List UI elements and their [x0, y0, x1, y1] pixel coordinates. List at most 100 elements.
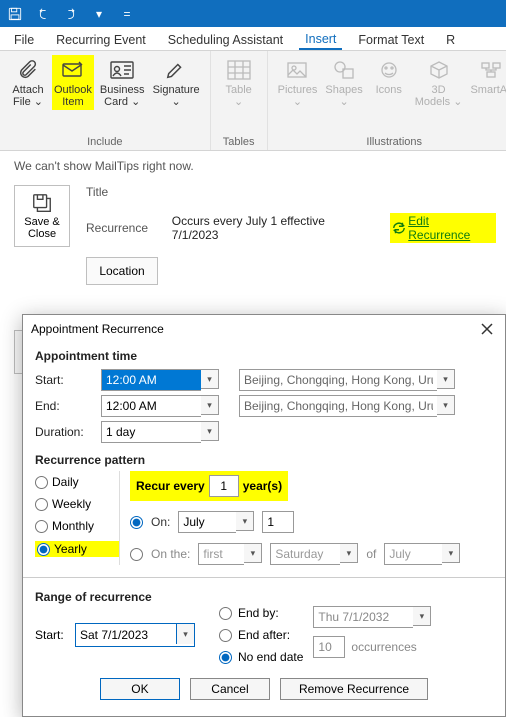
duration-label: Duration:: [35, 425, 95, 439]
shapes-label: Shapes ⌄: [325, 84, 362, 108]
chevron-down-icon[interactable]: ▾: [176, 624, 194, 644]
end-timezone-dropdown[interactable]: ▾: [239, 395, 455, 417]
remove-recurrence-button[interactable]: Remove Recurrence: [280, 678, 428, 700]
shapes-button[interactable]: Shapes ⌄: [323, 55, 364, 110]
on-the-radio[interactable]: [130, 548, 143, 561]
on-the-ordinal-value[interactable]: [198, 543, 244, 565]
no-end-date-label: No end date: [238, 650, 303, 664]
chevron-down-icon[interactable]: ▾: [340, 543, 358, 563]
start-timezone-value: [239, 369, 437, 391]
tab-insert[interactable]: Insert: [299, 30, 342, 50]
ribbon-group-illustrations-title: Illustrations: [276, 134, 506, 148]
icons-button[interactable]: Icons: [369, 55, 409, 98]
chevron-down-icon[interactable]: ▾: [244, 543, 262, 563]
redo-icon[interactable]: [62, 5, 80, 23]
end-time-dropdown[interactable]: ▾: [101, 395, 219, 417]
chevron-down-icon[interactable]: ▾: [437, 369, 455, 389]
shapes-icon: [330, 57, 358, 83]
tab-file[interactable]: File: [8, 31, 40, 49]
tab-scheduling-assistant[interactable]: Scheduling Assistant: [162, 31, 289, 49]
event-form: Save & Close Title Recurrence Occurs eve…: [0, 181, 506, 299]
on-the-ordinal-dropdown[interactable]: ▾: [198, 543, 262, 565]
3d-models-button[interactable]: 3D Models ⌄: [413, 55, 465, 110]
cancel-button[interactable]: Cancel: [190, 678, 270, 700]
edit-recurrence-label: Edit Recurrence: [408, 214, 494, 242]
smartart-label: SmartAr: [470, 84, 506, 96]
start-time-input[interactable]: [101, 369, 201, 391]
save-icon[interactable]: [6, 5, 24, 23]
business-card-button[interactable]: Business Card ⌄: [98, 55, 147, 110]
monthly-radio[interactable]: Monthly: [35, 519, 119, 533]
table-button[interactable]: Table ⌄: [219, 55, 259, 110]
undo-icon[interactable]: [34, 5, 52, 23]
tab-format-text[interactable]: Format Text: [352, 31, 430, 49]
card-icon: [108, 57, 136, 83]
end-by-radio[interactable]: [219, 607, 232, 620]
ok-button[interactable]: OK: [100, 678, 180, 700]
attach-file-label: Attach File ⌄: [12, 84, 43, 108]
start-timezone-dropdown[interactable]: ▾: [239, 369, 455, 391]
tab-review-partial[interactable]: R: [440, 31, 461, 49]
chevron-down-icon[interactable]: ▾: [201, 395, 219, 415]
location-button[interactable]: Location: [86, 257, 158, 285]
chevron-down-icon[interactable]: ▾: [413, 606, 431, 626]
on-month-dropdown[interactable]: ▾: [178, 511, 254, 533]
chevron-down-icon[interactable]: ▾: [236, 511, 254, 531]
on-the-dow-value[interactable]: [270, 543, 340, 565]
edit-recurrence-link[interactable]: Edit Recurrence: [390, 213, 496, 243]
yearly-radio[interactable]: Yearly: [35, 541, 119, 557]
table-label: Table ⌄: [226, 84, 252, 108]
chevron-down-icon[interactable]: ▾: [442, 543, 460, 563]
attach-file-button[interactable]: Attach File ⌄: [8, 55, 48, 110]
on-the-month-value[interactable]: [384, 543, 442, 565]
end-after-count-input[interactable]: [313, 636, 345, 658]
chevron-down-icon[interactable]: ▾: [201, 369, 219, 389]
weekly-radio[interactable]: Weekly: [35, 497, 119, 511]
save-and-close-button[interactable]: Save & Close: [14, 185, 70, 247]
recurrence-pattern-heading: Recurrence pattern: [23, 447, 505, 469]
recur-every-prefix: Recur every: [136, 479, 205, 493]
on-day-input[interactable]: [262, 511, 294, 533]
on-month-value[interactable]: [178, 511, 236, 533]
pictures-label: Pictures ⌄: [278, 84, 318, 108]
on-date-radio[interactable]: [130, 516, 143, 529]
start-time-dropdown[interactable]: ▾: [101, 369, 219, 391]
envelope-paperclip-icon: [59, 57, 87, 83]
business-card-label: Business Card ⌄: [100, 84, 145, 108]
save-and-close-label: Save & Close: [24, 216, 59, 240]
chevron-down-icon[interactable]: ▾: [437, 395, 455, 415]
paperclip-icon: [14, 57, 42, 83]
chevron-down-icon[interactable]: ▾: [90, 5, 108, 23]
tab-recurring-event[interactable]: Recurring Event: [50, 31, 152, 49]
table-icon: [225, 57, 253, 83]
range-start-date-dropdown[interactable]: ▾: [75, 623, 195, 647]
signature-button[interactable]: Signature ⌄: [151, 55, 202, 110]
outlook-item-button[interactable]: Outlook Item: [52, 55, 94, 110]
of-label: of: [366, 547, 376, 561]
end-time-input[interactable]: [101, 395, 201, 417]
end-timezone-value: [239, 395, 437, 417]
qat-separator: =: [118, 5, 136, 23]
end-by-date-input[interactable]: [313, 606, 413, 628]
smartart-button[interactable]: SmartAr: [468, 55, 506, 98]
no-end-date-radio[interactable]: [219, 651, 232, 664]
range-start-label: Start:: [35, 628, 69, 642]
on-the-dow-dropdown[interactable]: ▾: [270, 543, 358, 565]
pictures-button[interactable]: Pictures ⌄: [276, 55, 320, 110]
mailtips-bar: We can't show MailTips right now.: [0, 151, 506, 181]
recur-every-years-input[interactable]: [209, 475, 239, 497]
duration-input[interactable]: [101, 421, 201, 443]
recur-every-row: Recur every year(s): [130, 471, 288, 501]
daily-radio[interactable]: Daily: [35, 475, 119, 489]
cube-icon: [425, 57, 453, 83]
end-by-date-dropdown[interactable]: ▾: [313, 606, 431, 628]
end-after-label: End after:: [238, 628, 290, 642]
chevron-down-icon[interactable]: ▾: [201, 421, 219, 441]
duration-dropdown[interactable]: ▾: [101, 421, 219, 443]
smartart-icon: [477, 57, 505, 83]
end-after-radio[interactable]: [219, 629, 232, 642]
ribbon: Attach File ⌄ Outlook Item Business Card…: [0, 51, 506, 151]
range-start-date-input[interactable]: [76, 624, 176, 646]
dialog-close-button[interactable]: [477, 319, 497, 339]
on-the-month-dropdown[interactable]: ▾: [384, 543, 460, 565]
